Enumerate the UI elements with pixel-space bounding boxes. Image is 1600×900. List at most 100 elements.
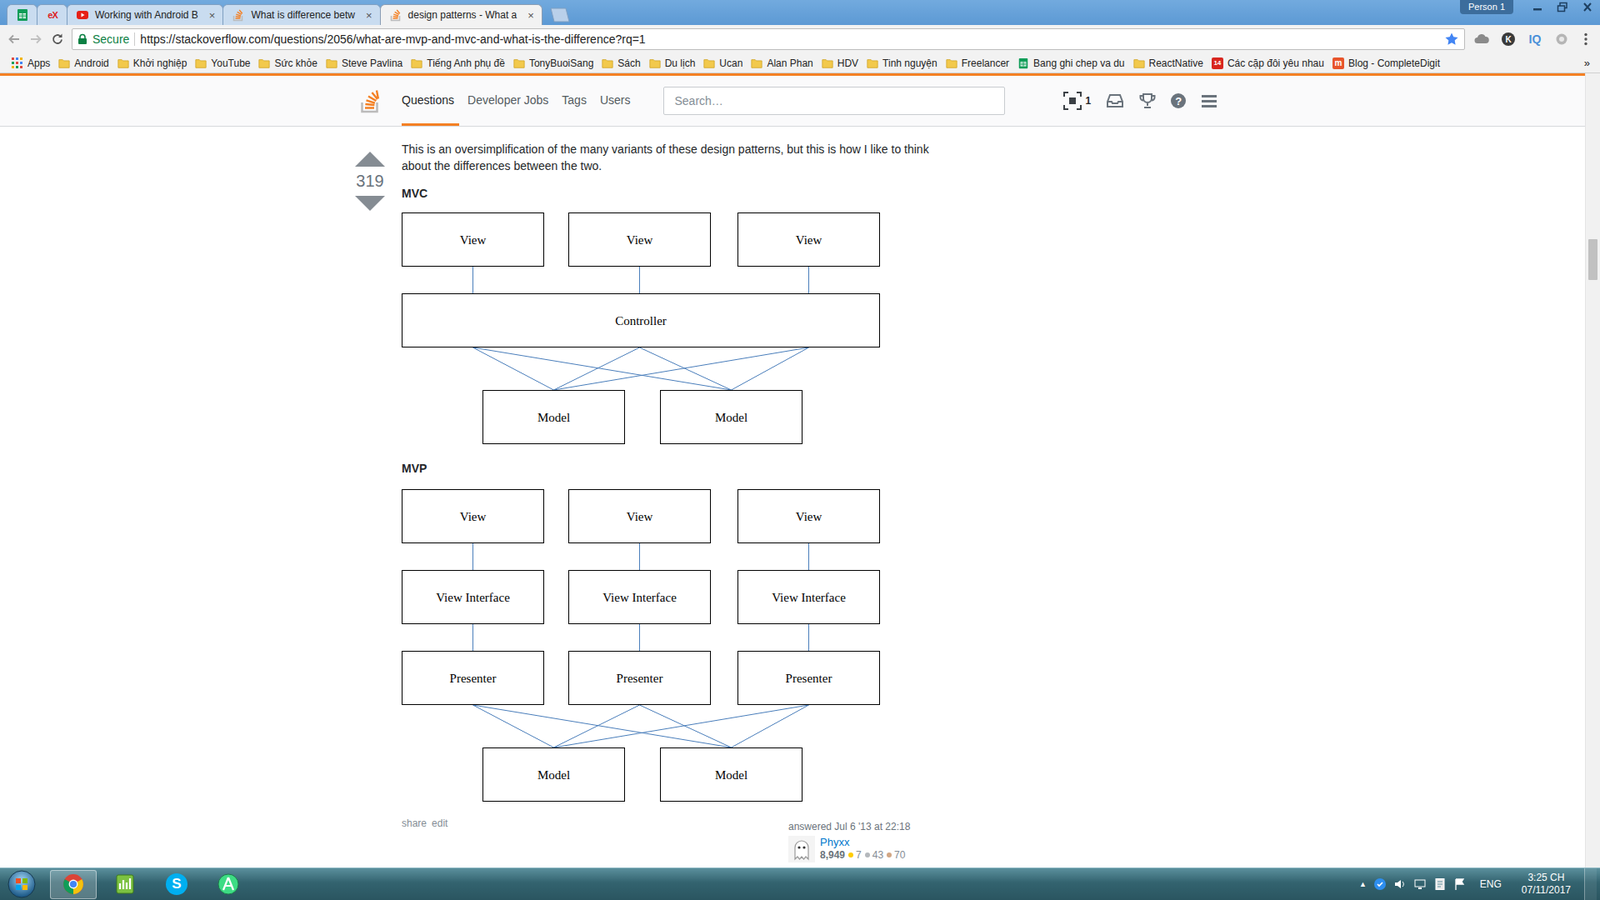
url[interactable]: https://stackoverflow.com/questions/2056… <box>140 32 1440 46</box>
upvote-arrow-icon[interactable] <box>355 151 385 167</box>
extension-button[interactable] <box>1471 29 1492 50</box>
bookmark[interactable]: Steve Pavlina <box>322 57 406 70</box>
bookmark[interactable]: Sức khỏe <box>255 57 320 70</box>
more-bookmarks-button[interactable]: » <box>1579 56 1595 70</box>
update-icon[interactable] <box>1373 877 1387 891</box>
nav-item[interactable]: Users <box>600 75 636 126</box>
star-icon[interactable] <box>1444 31 1460 47</box>
start-button[interactable] <box>0 869 44 900</box>
achievements-button[interactable]: 1 <box>1063 91 1091 110</box>
bookmark[interactable]: mBlog - CompleteDigit <box>1329 57 1444 70</box>
action-center-flag-icon[interactable] <box>1453 877 1467 891</box>
bookmark-label: YouTube <box>210 57 250 70</box>
browser-toolbar: Securehttps://stackoverflow.com/question… <box>0 25 1600 54</box>
downvote-arrow-icon[interactable] <box>355 195 385 211</box>
connector-line <box>554 347 810 390</box>
scrollbar-thumb[interactable] <box>1588 239 1598 280</box>
tray-overflow-button[interactable]: ▲ <box>1359 880 1367 889</box>
browser-tab[interactable]: eX <box>36 4 68 25</box>
folder-icon <box>117 57 130 70</box>
diagram-node: Model <box>483 748 625 802</box>
profile-button[interactable]: Person 1 <box>1460 0 1514 15</box>
address-bar[interactable]: Securehttps://stackoverflow.com/question… <box>71 28 1465 50</box>
tab-close-button[interactable]: × <box>360 9 373 22</box>
taskbar-app[interactable] <box>50 870 97 900</box>
bookmark[interactable]: YouTube <box>191 57 254 70</box>
answered-time: answered Jul 6 '13 at 22:18 <box>788 820 910 833</box>
bookmark[interactable]: Tinh nguyện <box>863 57 941 70</box>
scrollbar[interactable] <box>1585 73 1600 868</box>
extension-button[interactable]: IQ <box>1525 29 1545 50</box>
back-arrow-icon[interactable] <box>6 31 22 47</box>
badge: 7 <box>848 849 862 861</box>
user-details: Phyxx8,94974370 <box>820 835 905 861</box>
bookmark[interactable]: Android <box>55 57 112 70</box>
notepad-icon <box>114 873 136 895</box>
nav-item[interactable]: Developer Jobs <box>467 75 554 126</box>
help-icon[interactable]: ? <box>1170 93 1186 109</box>
node-label: View <box>460 510 487 524</box>
bookmark-label: Các cặp đôi yêu nhau <box>1227 57 1325 70</box>
taskbar-app[interactable] <box>101 870 149 900</box>
bookmark[interactable]: Du lịch <box>645 57 700 70</box>
news-icon: 14 <box>1211 57 1224 70</box>
bookmark[interactable]: Bang ghi chep va du <box>1014 57 1128 70</box>
browser-tab[interactable]: What is difference betw × <box>222 4 380 25</box>
browser-tab[interactable]: Working with Android B× <box>66 4 224 25</box>
browser-tab[interactable]: design patterns - What a× <box>380 4 543 25</box>
show-desktop-button[interactable] <box>1584 868 1597 900</box>
input-language[interactable]: ENG <box>1473 878 1509 890</box>
bookmark[interactable]: Tiếng Anh phụ đề <box>407 57 509 70</box>
extension-button[interactable] <box>1551 29 1572 50</box>
clock[interactable]: 3:25 CH07/11/2017 <box>1515 871 1578 897</box>
forward-arrow-icon[interactable] <box>28 31 44 47</box>
extension-icon: K <box>1501 32 1515 46</box>
taskbar-app[interactable]: S <box>153 870 200 900</box>
site-logo[interactable] <box>350 75 391 126</box>
extension-button[interactable]: K <box>1498 29 1519 50</box>
bookmark[interactable]: TonyBuoiSang <box>510 57 597 70</box>
diagram-node: Presenter <box>402 651 545 705</box>
trophy-icon[interactable] <box>1139 92 1156 110</box>
bookmark[interactable]: Sách <box>598 57 644 70</box>
node-label: Model <box>715 768 748 782</box>
menu-icon[interactable] <box>1200 93 1218 109</box>
user-link[interactable]: Phyxx <box>820 835 905 849</box>
bookmark[interactable]: HDV <box>818 57 862 70</box>
close-icon[interactable] <box>1575 0 1600 15</box>
apps-button[interactable]: Apps <box>8 57 54 70</box>
nav-item[interactable]: Tags <box>561 75 592 126</box>
tab-close-button[interactable]: × <box>204 9 216 22</box>
browser-tab[interactable] <box>6 4 38 25</box>
bookmark[interactable]: Khởi nghiệp <box>114 57 191 70</box>
nav-item[interactable]: Questions <box>401 75 460 126</box>
lock-icon <box>77 33 88 45</box>
menu-dots-icon[interactable] <box>1578 31 1594 47</box>
network-icon[interactable] <box>1413 877 1427 891</box>
restore-icon[interactable] <box>1550 0 1575 15</box>
bookmark[interactable]: ReactNative <box>1130 57 1207 70</box>
post-action-link[interactable]: share <box>401 817 427 830</box>
bookmark-label: Alan Phan <box>766 57 813 70</box>
new-tab-icon[interactable] <box>546 7 572 23</box>
connector-line <box>808 266 810 294</box>
document-icon[interactable] <box>1433 877 1447 891</box>
reload-icon[interactable] <box>50 31 65 47</box>
bookmark[interactable]: Alan Phan <box>747 57 816 70</box>
folder-icon <box>513 57 525 70</box>
minimize-icon[interactable] <box>1525 0 1550 15</box>
bookmark[interactable]: Ucan <box>700 57 746 70</box>
bookmark[interactable]: Freelancer <box>942 57 1013 70</box>
node-label: Controller <box>615 314 667 328</box>
taskbar-app[interactable] <box>205 870 252 900</box>
inbox-icon[interactable] <box>1105 92 1125 110</box>
bookmark[interactable]: 14Các cặp đôi yêu nhau <box>1208 57 1328 70</box>
speaker-icon[interactable] <box>1393 877 1407 891</box>
search-field[interactable] <box>663 86 1005 115</box>
post-action-link[interactable]: edit <box>431 817 448 830</box>
tab-title: What is difference betw <box>250 9 355 21</box>
clock-time: 3:25 CH <box>1527 871 1565 885</box>
ghost-avatar-icon[interactable] <box>788 835 815 863</box>
tab-close-button[interactable]: × <box>522 9 535 22</box>
cloud-icon <box>1474 32 1490 46</box>
